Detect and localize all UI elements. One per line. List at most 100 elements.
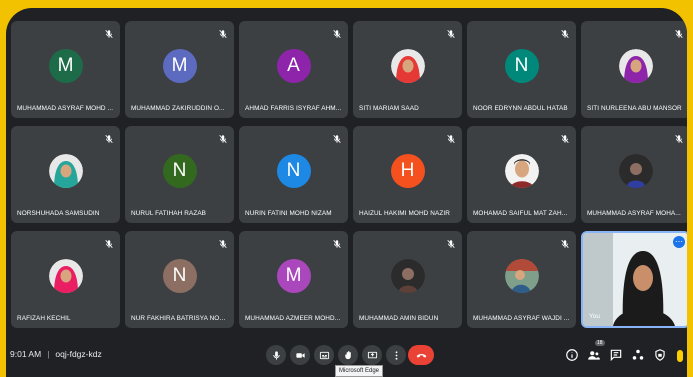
participant-name: You: [589, 313, 601, 320]
taskbar-tooltip: Microsoft Edge: [335, 365, 384, 377]
participant-tile[interactable]: MUHAMMAD ASYRAF MOHA...: [581, 126, 687, 223]
muted-mic-icon: [332, 131, 342, 144]
meeting-info: 9:01 AM | oqj-fdgz-kdz: [10, 349, 102, 359]
host-controls-button[interactable]: [653, 348, 667, 362]
clock-time: 9:01 AM: [10, 349, 42, 359]
present-icon: [367, 351, 377, 358]
muted-mic-icon: [104, 26, 114, 39]
meeting-code[interactable]: oqj-fdgz-kdz: [55, 349, 101, 359]
participant-tile[interactable]: MUHAMMAD AMIN BIDUN: [353, 231, 462, 328]
avatar-initial: M: [162, 48, 197, 83]
muted-mic-icon: [332, 236, 342, 249]
avatar-initial: N: [162, 258, 197, 293]
meeting-details-button[interactable]: [565, 348, 579, 362]
participant-name: NURUL FATIHAH RAZAB: [131, 210, 207, 217]
muted-mic-icon: [218, 26, 228, 39]
participant-name: MUHAMMAD ASYRAF MOHD ...: [17, 105, 114, 112]
avatar-photo: [504, 153, 539, 188]
camera-icon: [295, 352, 305, 358]
yellow-border-frame: M MUHAMMAD ASYRAF MOHD ... M MUHAMMAD ZAKIR…: [0, 0, 693, 377]
participant-name: NORSHUHADA SAMSUDIN: [17, 210, 100, 217]
muted-mic-icon: [104, 131, 114, 144]
avatar-photo: [504, 258, 539, 293]
participant-name: MUHAMMAD AMIN BIDUN: [359, 315, 439, 322]
activities-button[interactable]: [631, 348, 645, 362]
muted-mic-icon: [560, 26, 570, 39]
meet-window: M MUHAMMAD ASYRAF MOHD ... M MUHAMMAD ZAKIR…: [6, 8, 687, 377]
present-button[interactable]: [362, 345, 382, 365]
captions-button[interactable]: [314, 345, 334, 365]
muted-mic-icon: [446, 26, 456, 39]
muted-mic-icon: [560, 131, 570, 144]
participant-tile[interactable]: N NURUL FATIHAH RAZAB: [125, 126, 234, 223]
participant-tile[interactable]: M MUHAMMAD AZMEER MOHD...: [239, 231, 348, 328]
participant-tile[interactable]: MOHAMAD SAIFUL MAT ZAH...: [467, 126, 576, 223]
info-icon: [566, 349, 578, 361]
muted-mic-icon: [218, 131, 228, 144]
avatar-initial: M: [276, 258, 311, 293]
people-icon: [588, 351, 600, 360]
avatar-photo: [390, 48, 425, 83]
avatar-photo: [618, 48, 653, 83]
muted-mic-icon: [674, 131, 684, 144]
participant-tile[interactable]: N NOOR EDRYNN ABDUL HATAB: [467, 21, 576, 118]
avatar-photo: [390, 258, 425, 293]
participant-count-badge: 18: [595, 340, 605, 346]
avatar-photo: [618, 153, 653, 188]
raise-hand-icon: [344, 350, 351, 359]
participant-tile[interactable]: NORSHUHADA SAMSUDIN: [11, 126, 120, 223]
participant-name: MUHAMMAD ASYRAF MOHA...: [587, 210, 681, 217]
participant-name: SITI MARIAM SAAD: [359, 105, 419, 112]
host-controls-icon: [655, 349, 665, 361]
captions-icon: [319, 351, 329, 359]
separator: |: [47, 349, 50, 359]
avatar-initial: N: [504, 48, 539, 83]
muted-mic-icon: [104, 236, 114, 249]
participant-tile[interactable]: N NUR FAKHIRA BATRISYA NOR ...: [125, 231, 234, 328]
muted-mic-icon: [674, 26, 684, 39]
participant-tile[interactable]: M MUHAMMAD ZAKIRUDDIN O...: [125, 21, 234, 118]
participant-name: MOHAMAD SAIFUL MAT ZAH...: [473, 210, 568, 217]
muted-mic-icon: [446, 131, 456, 144]
avatar-initial: M: [48, 48, 83, 83]
participant-tile[interactable]: SITI MARIAM SAAD: [353, 21, 462, 118]
self-video-tile[interactable]: ⋯ You: [581, 231, 687, 328]
people-button[interactable]: [587, 348, 601, 362]
avatar-initial: H: [390, 153, 425, 188]
participant-name: NUR FAKHIRA BATRISYA NOR ...: [131, 315, 230, 322]
more-options-button[interactable]: [386, 345, 406, 365]
camera-button[interactable]: [290, 345, 310, 365]
participant-tile[interactable]: N NURIN FATINI MOHD NIZAM: [239, 126, 348, 223]
participant-name: AHMAD FARRIS ISYRAF AHM...: [245, 105, 342, 112]
muted-mic-icon: [560, 236, 570, 249]
participant-tile[interactable]: SITI NURLEENA ABU MANSOR: [581, 21, 687, 118]
mic-icon: [272, 350, 280, 360]
participant-tile[interactable]: H HAIZUL HAKIMI MOHD NAZIR: [353, 126, 462, 223]
avatar-photo: [48, 258, 83, 293]
participant-name: RAFIZAH KECHIL: [17, 315, 71, 322]
tile-options-button[interactable]: ⋯: [673, 236, 685, 248]
participant-name: NURIN FATINI MOHD NIZAM: [245, 210, 332, 217]
mouse-cursor-marker: [677, 350, 683, 362]
participant-name: HAIZUL HAKIMI MOHD NAZIR: [359, 210, 450, 217]
participant-tile[interactable]: A AHMAD FARRIS ISYRAF AHM...: [239, 21, 348, 118]
muted-mic-icon: [332, 26, 342, 39]
participant-tile[interactable]: RAFIZAH KECHIL: [11, 231, 120, 328]
avatar-initial: A: [276, 48, 311, 83]
end-call-button[interactable]: [408, 345, 434, 365]
participant-name: SITI NURLEENA ABU MANSOR: [587, 105, 682, 112]
mic-button[interactable]: [266, 345, 286, 365]
chat-button[interactable]: [609, 348, 623, 362]
avatar-photo: [48, 153, 83, 188]
raise-hand-button[interactable]: [338, 345, 358, 365]
muted-mic-icon: [446, 236, 456, 249]
bottom-toolbar: 9:01 AM | oqj-fdgz-kdz Microsoft Edge 18: [6, 339, 687, 377]
avatar-initial: N: [276, 153, 311, 188]
avatar-initial: N: [162, 153, 197, 188]
muted-mic-icon: [218, 236, 228, 249]
chat-icon: [610, 349, 622, 362]
more-options-icon: [395, 350, 397, 360]
participant-tile[interactable]: MUHAMMAD ASYRAF WAJDI ...: [467, 231, 576, 328]
participant-tile[interactable]: M MUHAMMAD ASYRAF MOHD ...: [11, 21, 120, 118]
participant-name: MUHAMMAD ZAKIRUDDIN O...: [131, 105, 225, 112]
